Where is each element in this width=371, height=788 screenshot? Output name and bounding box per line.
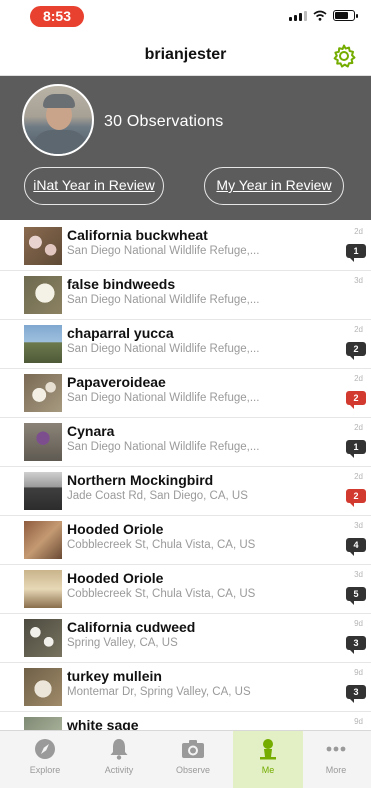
tab-activity[interactable]: Activity — [84, 731, 154, 788]
observation-place: San Diego National Wildlife Refuge,... — [67, 441, 260, 453]
observation-photo — [24, 227, 62, 265]
observation-name: California cudweed — [67, 619, 196, 635]
observation-age: 9d — [354, 717, 363, 726]
observation-place: San Diego National Wildlife Refuge,... — [67, 392, 260, 404]
my-year-in-review-button[interactable]: My Year in Review — [204, 167, 344, 205]
comment-count-badge: 2 — [346, 489, 366, 507]
nav-header: brianjester — [0, 34, 371, 76]
observation-photo — [24, 619, 62, 657]
observation-photo — [24, 521, 62, 559]
observation-photo — [24, 374, 62, 412]
tab-bar: Explore Activity Observe Me More — [0, 730, 371, 788]
observation-row[interactable]: California cudweed Spring Valley, CA, US 9… — [0, 614, 371, 663]
gear-icon[interactable] — [331, 43, 357, 69]
observation-photo — [24, 276, 62, 314]
observation-name: chaparral yucca — [67, 325, 174, 341]
observation-photo — [24, 472, 62, 510]
person-icon — [255, 737, 281, 761]
observation-age: 3d — [354, 570, 363, 579]
observation-row[interactable]: California buckwheat San Diego National W… — [0, 222, 371, 271]
observation-name: white sage — [67, 717, 139, 730]
avatar[interactable] — [22, 84, 94, 156]
observation-row[interactable]: white sage 9d — [0, 712, 371, 730]
status-bar: 8:53 — [0, 0, 371, 34]
observation-name: Hooded Oriole — [67, 521, 164, 537]
observation-photo — [24, 717, 62, 730]
observation-count[interactable]: 30 Observations — [104, 113, 224, 131]
inat-year-in-review-button[interactable]: iNat Year in Review — [24, 167, 164, 205]
observation-photo — [24, 325, 62, 363]
tab-label: Explore — [29, 765, 61, 775]
battery-icon — [333, 10, 358, 21]
observation-row[interactable]: chaparral yucca San Diego National Wildli… — [0, 320, 371, 369]
observation-age: 2d — [354, 374, 363, 383]
observation-age: 3d — [354, 521, 363, 530]
observation-photo — [24, 668, 62, 706]
observation-row[interactable]: Hooded Oriole Cobblecreek St, Chula Vista… — [0, 516, 371, 565]
observation-place: Spring Valley, CA, US — [67, 637, 178, 649]
observation-photo — [24, 570, 62, 608]
observation-name: Cynara — [67, 423, 115, 439]
observation-row[interactable]: false bindweeds San Diego National Wildli… — [0, 271, 371, 320]
status-time: 8:53 — [30, 6, 84, 27]
observation-row[interactable]: Cynara San Diego National Wildlife Refuge… — [0, 418, 371, 467]
observation-name: Papaveroideae — [67, 374, 166, 390]
observation-row[interactable]: Hooded Oriole Cobblecreek St, Chula Vista… — [0, 565, 371, 614]
tab-more[interactable]: More — [307, 731, 365, 788]
observation-list[interactable]: California buckwheat San Diego National W… — [0, 222, 371, 730]
tab-label: Activity — [104, 765, 134, 775]
observation-place: Jade Coast Rd, San Diego, CA, US — [67, 490, 248, 502]
comment-count-badge: 4 — [346, 538, 366, 556]
observation-row[interactable]: turkey mullein Montemar Dr, Spring Valley… — [0, 663, 371, 712]
comment-count-badge: 2 — [346, 342, 366, 360]
observation-age: 9d — [354, 668, 363, 677]
observation-age: 2d — [354, 325, 363, 334]
tab-label: More — [325, 765, 347, 775]
status-icons — [289, 10, 358, 21]
observation-place: Montemar Dr, Spring Valley, CA, US — [67, 686, 251, 698]
observation-place: San Diego National Wildlife Refuge,... — [67, 294, 260, 306]
tab-me[interactable]: Me — [233, 731, 303, 788]
observation-age: 2d — [354, 227, 363, 236]
camera-icon — [180, 737, 206, 761]
observation-place: San Diego National Wildlife Refuge,... — [67, 343, 260, 355]
observation-name: Northern Mockingbird — [67, 472, 214, 488]
observation-place: San Diego National Wildlife Refuge,... — [67, 245, 260, 257]
observation-place: Cobblecreek St, Chula Vista, CA, US — [67, 539, 256, 551]
signal-icon — [289, 10, 307, 21]
observation-age: 3d — [354, 276, 363, 285]
comment-count-badge: 3 — [346, 685, 366, 703]
tab-label: Me — [261, 765, 275, 775]
observation-photo — [24, 423, 62, 461]
observation-row[interactable]: Northern Mockingbird Jade Coast Rd, San D… — [0, 467, 371, 516]
observation-age: 9d — [354, 619, 363, 628]
comment-count-badge: 5 — [346, 587, 366, 605]
observation-place: Cobblecreek St, Chula Vista, CA, US — [67, 588, 256, 600]
observation-name: Hooded Oriole — [67, 570, 164, 586]
page-title: brianjester — [144, 46, 227, 63]
observation-age: 2d — [354, 472, 363, 481]
observation-age: 2d — [354, 423, 363, 432]
comment-count-badge: 3 — [346, 636, 366, 654]
comment-count-badge: 2 — [346, 391, 366, 409]
observation-row[interactable]: Papaveroideae San Diego National Wildlife… — [0, 369, 371, 418]
observation-name: California buckwheat — [67, 227, 208, 243]
tab-label: Observe — [175, 765, 210, 775]
wifi-icon — [313, 10, 327, 21]
bell-icon — [106, 737, 132, 761]
comment-count-badge: 1 — [346, 440, 366, 458]
observation-name: turkey mullein — [67, 668, 162, 684]
more-dots-icon — [323, 737, 349, 761]
tab-observe[interactable]: Observe — [158, 731, 228, 788]
tab-explore[interactable]: Explore — [10, 731, 80, 788]
compass-icon — [32, 737, 58, 761]
observation-name: false bindweeds — [67, 276, 176, 292]
comment-count-badge: 1 — [346, 244, 366, 262]
profile-banner: 30 Observations iNat Year in Review My Y… — [0, 76, 371, 220]
